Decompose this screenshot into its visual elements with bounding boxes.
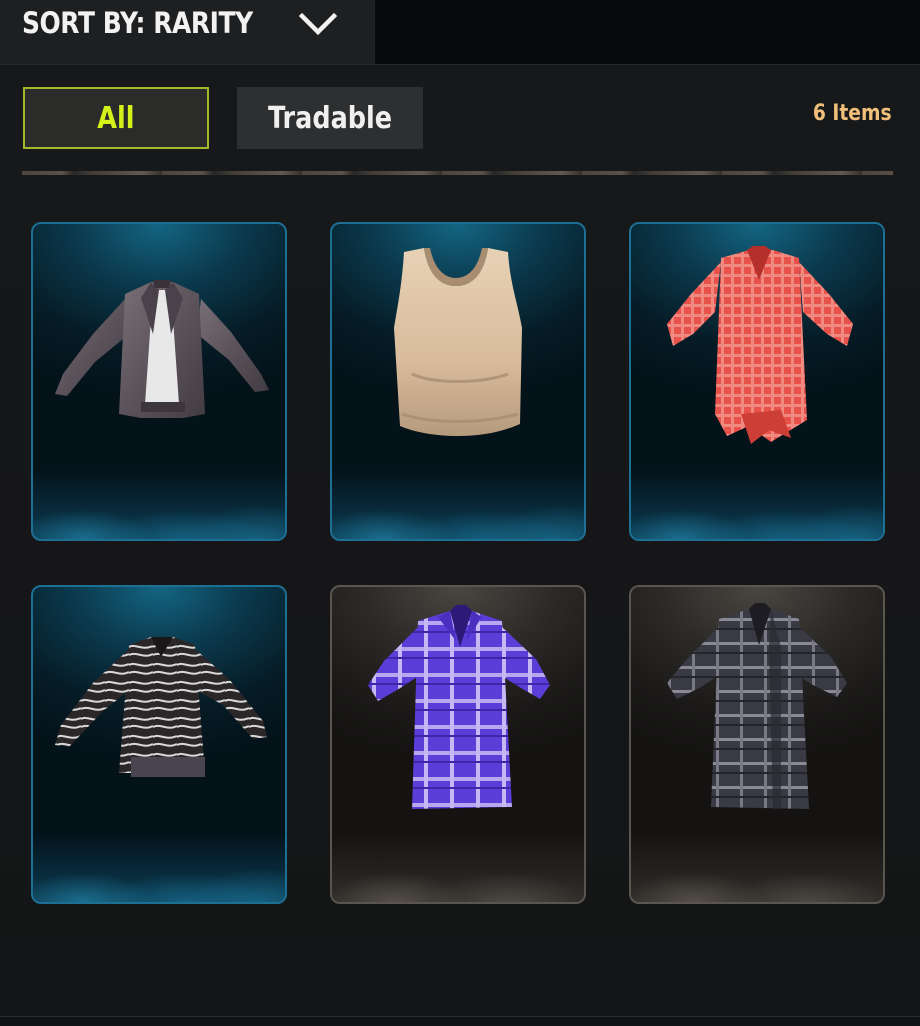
item-card-topographic-jacket[interactable] — [31, 585, 287, 904]
sort-dropdown[interactable]: SORT BY: RARITY — [0, 0, 375, 64]
filter-all-button[interactable]: All — [23, 87, 209, 149]
filter-all-label: All — [97, 100, 135, 136]
panel-bottom-border — [0, 1016, 920, 1026]
chevron-down-icon[interactable] — [298, 10, 338, 38]
item-card-purple-plaid-shirt[interactable] — [330, 585, 586, 904]
item-count: 6 Items — [813, 101, 892, 126]
item-card-tank-top[interactable] — [330, 222, 586, 541]
divider — [22, 171, 893, 175]
inventory-panel: All Tradable 6 Items — [0, 64, 920, 1026]
item-card-red-plaid-shirt[interactable] — [629, 222, 885, 541]
sort-label: SORT BY: RARITY — [22, 6, 253, 40]
leather-jacket-icon — [55, 280, 269, 418]
filter-tradable-button[interactable]: Tradable — [237, 87, 423, 149]
item-card-leather-jacket[interactable] — [31, 222, 287, 541]
gray-plaid-shirt-icon — [667, 603, 847, 809]
item-card-gray-plaid-shirt[interactable] — [629, 585, 885, 904]
topographic-jacket-icon — [55, 637, 267, 777]
red-plaid-shirt-icon — [667, 246, 853, 444]
purple-plaid-shirt-icon — [368, 605, 550, 809]
filter-tradable-label: Tradable — [267, 100, 393, 136]
tank-top-icon — [394, 248, 522, 436]
